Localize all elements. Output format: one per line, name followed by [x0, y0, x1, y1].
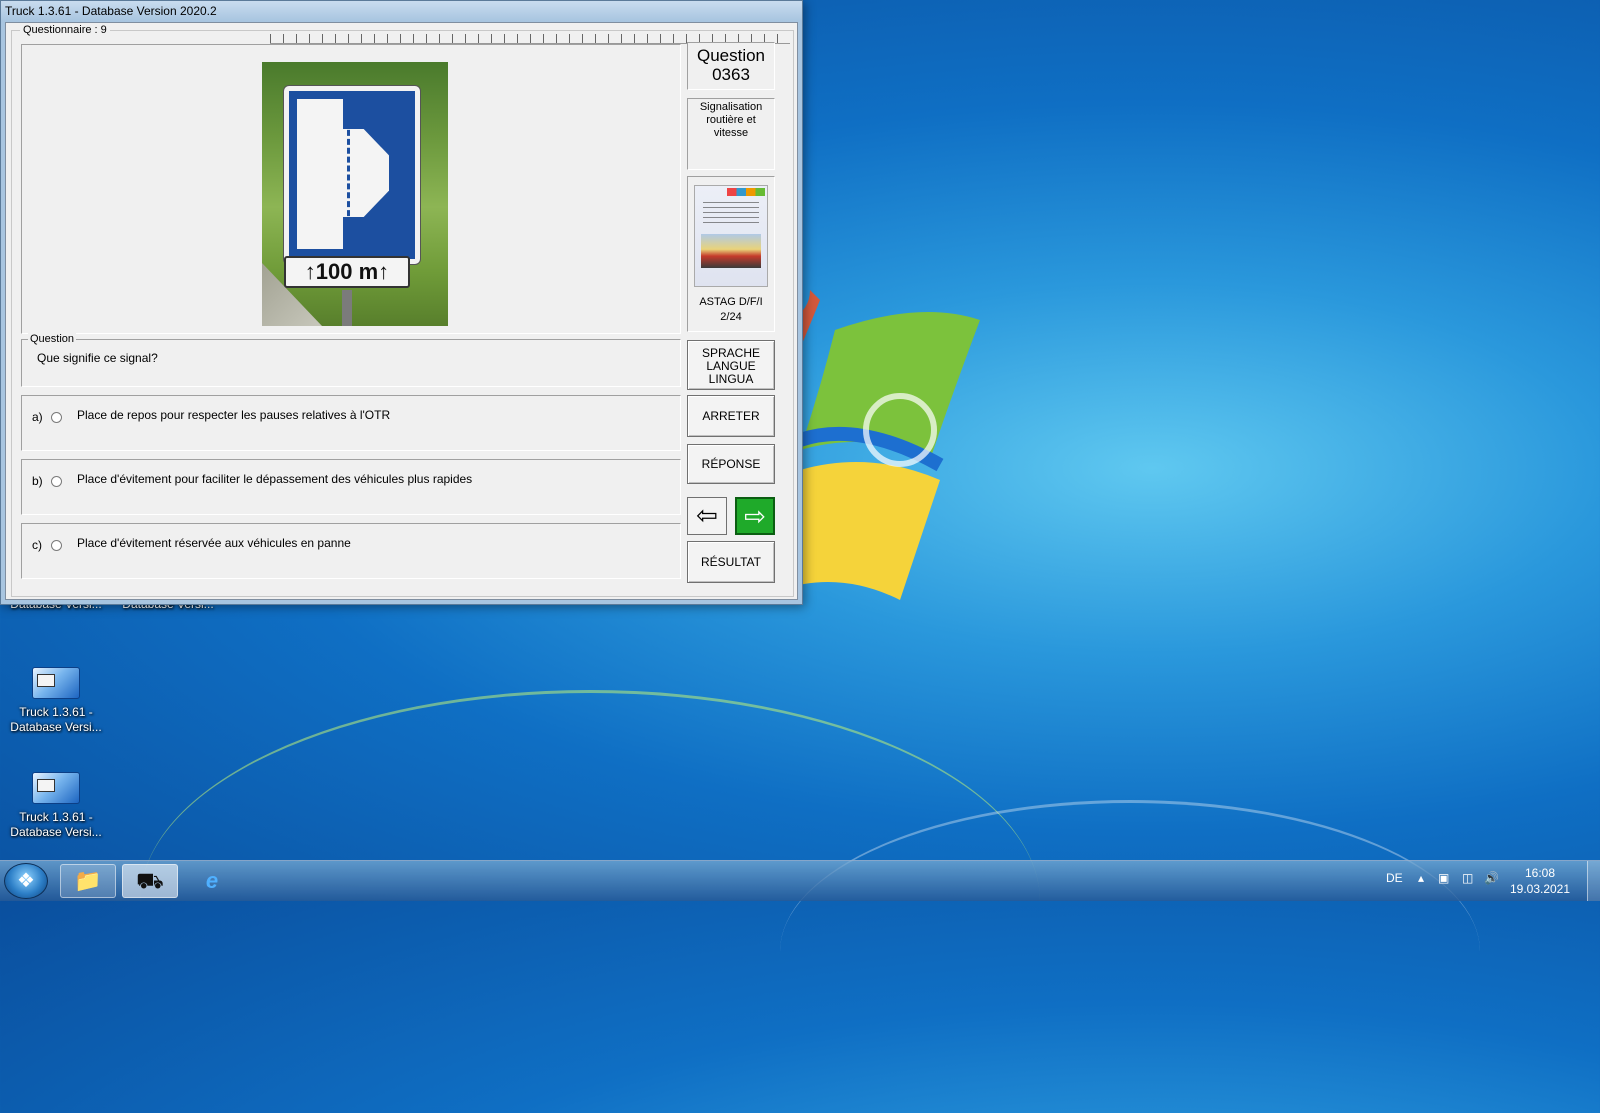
book-source: ASTAG D/F/I [699, 296, 763, 308]
answer-option-b[interactable]: b) Place d'évitement pour faciliter le d… [21, 459, 681, 515]
show-hidden-icons-icon[interactable]: ▴ [1418, 871, 1424, 885]
windows-start-icon: ❖ [17, 870, 35, 892]
system-clock[interactable]: 16:08 19.03.2021 [1500, 865, 1580, 897]
question-group-label: Question [28, 333, 77, 346]
category-box: Signalisation routière et vitesse [687, 98, 775, 170]
answer-radio[interactable] [51, 476, 62, 487]
taskbar-truck-app[interactable]: ⛟ [122, 864, 178, 898]
internet-explorer-icon: e [205, 868, 219, 893]
desktop-icon-label: Truck 1.3.61 - [19, 810, 93, 824]
previous-button[interactable]: ⇦ [687, 497, 727, 535]
right-arrow-icon: ⇨ [744, 501, 766, 531]
road-sign-image: ↑100 m↑ [262, 62, 448, 326]
explorer-icon: 📁 [74, 868, 102, 893]
bus-image [701, 234, 761, 268]
desktop-icon-label: Database Versi... [10, 825, 102, 839]
taskbar: ❖ 📁 ⛟ e DE ▴ ▣ ◫ 🔊 16:08 19.03.2021 [0, 860, 1600, 901]
left-arrow-icon: ⇦ [696, 500, 718, 530]
questionnaire-label: Questionnaire : 9 [20, 24, 110, 37]
clock-time: 16:08 [1524, 866, 1556, 880]
desktop-wallpaper-swoosh [780, 800, 1480, 1103]
sign-post [342, 290, 352, 326]
category-text: Signalisation routière et vitesse [699, 101, 763, 139]
cover-text-lines [703, 202, 759, 226]
book-page: 2/24 [720, 311, 742, 323]
next-button[interactable]: ⇨ [735, 497, 775, 535]
answer-text: Place de repos pour respecter les pauses… [77, 408, 391, 422]
language-label-it: LINGUA [708, 372, 754, 386]
sign-lane [297, 99, 343, 249]
desktop-icon-truck-3[interactable]: Truck 1.3.61 - Database Versi... [6, 667, 106, 735]
answer-text: Place d'évitement pour faciliter le dépa… [77, 472, 473, 486]
window-client-area: Questionnaire : 9 ↑100 m↑ Question 0363 … [5, 22, 798, 600]
app-window: Truck 1.3.61 - Database Version 2020.2 Q… [0, 0, 803, 605]
answer-radio[interactable] [51, 540, 62, 551]
taskbar-explorer[interactable]: 📁 [60, 864, 116, 898]
distance-plate: ↑100 m↑ [284, 256, 410, 288]
network-icon[interactable]: ◫ [1462, 871, 1473, 885]
question-number-label: Question [696, 46, 766, 65]
question-number-box: Question 0363 [687, 42, 775, 90]
answer-button[interactable]: RÉPONSE [687, 444, 775, 484]
desktop-icon-truck-4[interactable]: Truck 1.3.61 - Database Versi... [6, 772, 106, 840]
window-title[interactable]: Truck 1.3.61 - Database Version 2020.2 [1, 1, 802, 21]
questionnaire-frame: Questionnaire : 9 ↑100 m↑ Question 0363 … [11, 24, 794, 597]
desktop-icon-label: Database Versi... [10, 720, 102, 734]
start-button[interactable]: ❖ [4, 863, 48, 899]
question-group: Question Que signifie ce signal? [21, 333, 681, 387]
windows-logo [780, 290, 980, 600]
answer-radio[interactable] [51, 412, 62, 423]
answer-text: Place d'évitement réservée aux véhicules… [77, 536, 351, 550]
book-cover-image [694, 185, 768, 287]
truck-app-icon: ⛟ [136, 868, 164, 893]
show-desktop-button[interactable] [1587, 861, 1600, 901]
answer-option-c[interactable]: c) Place d'évitement réservée aux véhicu… [21, 523, 681, 579]
taskbar-internet-explorer[interactable]: e [184, 864, 240, 898]
image-panel: ↑100 m↑ [21, 44, 681, 334]
answer-option-a[interactable]: a) Place de repos pour respecter les pau… [21, 395, 681, 451]
language-indicator[interactable]: DE [1386, 871, 1403, 885]
answer-letter: b) [32, 474, 43, 488]
language-button[interactable]: SPRACHE LANGUE LINGUA [687, 340, 775, 390]
question-number: 0363 [712, 65, 750, 84]
book-reference-box: ASTAG D/F/I 2/24 [687, 176, 775, 332]
category-tags [727, 188, 765, 196]
sign-dashed-line [347, 121, 350, 225]
answer-letter: a) [32, 410, 43, 424]
lay-by-sign [284, 86, 420, 264]
device-icon[interactable]: ▣ [1438, 871, 1449, 885]
clock-date: 19.03.2021 [1509, 882, 1571, 896]
truck-app-icon [32, 667, 80, 699]
question-text: Que signifie ce signal? [37, 351, 158, 365]
answer-letter: c) [32, 538, 42, 552]
result-button[interactable]: RÉSULTAT [687, 541, 775, 583]
truck-app-icon [32, 772, 80, 804]
volume-icon[interactable]: 🔊 [1484, 871, 1499, 885]
stop-button[interactable]: ARRETER [687, 395, 775, 437]
desktop-icon-label: Truck 1.3.61 - [19, 705, 93, 719]
